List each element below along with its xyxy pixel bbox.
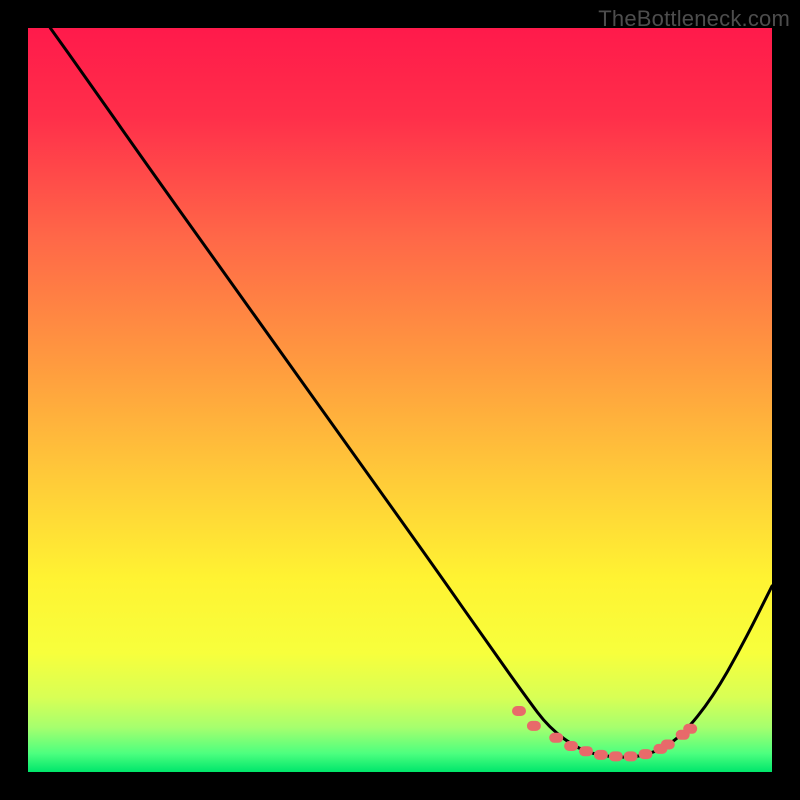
bottleneck-curve bbox=[28, 28, 772, 772]
optimal-marker bbox=[639, 749, 653, 759]
plot-area bbox=[28, 28, 772, 772]
optimal-marker bbox=[564, 741, 578, 751]
chart-frame: TheBottleneck.com bbox=[0, 0, 800, 800]
optimal-marker bbox=[512, 706, 526, 716]
optimal-marker bbox=[527, 721, 541, 731]
watermark-text: TheBottleneck.com bbox=[598, 6, 790, 32]
optimal-marker bbox=[609, 751, 623, 761]
optimal-marker bbox=[683, 724, 697, 734]
optimal-marker bbox=[661, 740, 675, 750]
optimal-marker bbox=[624, 751, 638, 761]
optimal-marker bbox=[549, 733, 563, 743]
optimal-marker bbox=[594, 750, 608, 760]
optimal-marker bbox=[579, 746, 593, 756]
